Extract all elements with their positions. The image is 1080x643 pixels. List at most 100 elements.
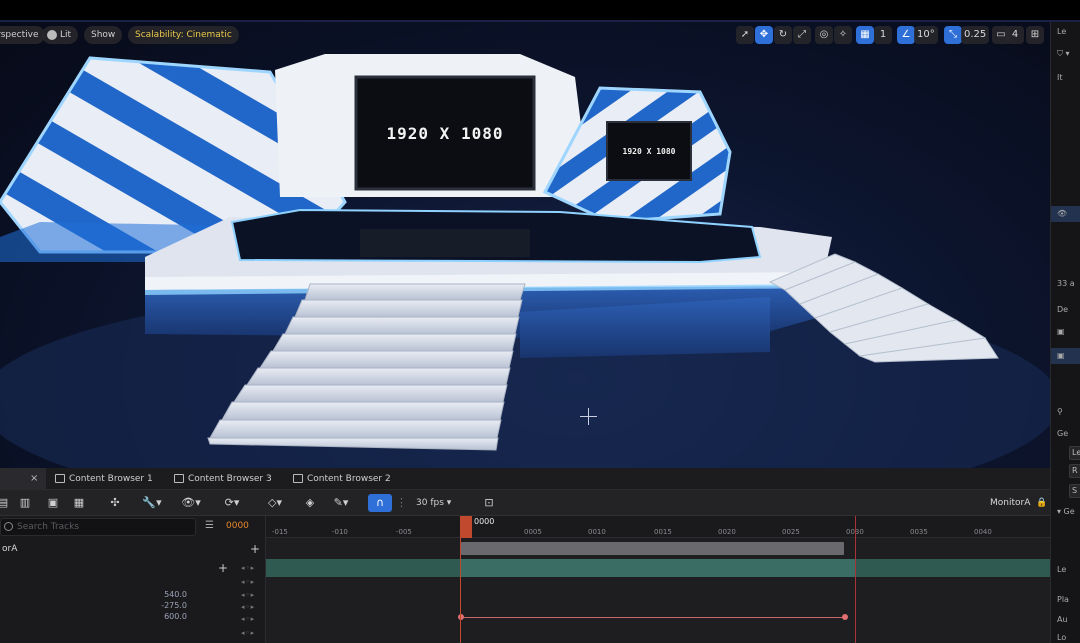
filter-icon[interactable]: ⛉ ▾ <box>1051 46 1080 62</box>
ruler-tick-label: 0010 <box>588 528 606 536</box>
ruler-tick-label: -010 <box>332 528 348 536</box>
close-tab-icon[interactable]: × <box>30 468 38 490</box>
browse-icon[interactable]: ▥ <box>18 495 32 511</box>
camera-speed-value[interactable]: 4 <box>1006 26 1024 44</box>
keyframe[interactable] <box>842 614 848 620</box>
lit-button[interactable]: Lit <box>42 26 79 44</box>
search-tracks-input[interactable]: Search Tracks <box>0 518 196 536</box>
sequence-section-bar[interactable] <box>461 542 844 555</box>
key-nav-icon[interactable]: ◂◦▸ <box>241 602 255 612</box>
translate-mode-icon[interactable]: ✥ <box>755 26 773 44</box>
framerate-dropdown[interactable]: 30 fps ▾ <box>416 495 451 511</box>
keyframe-dropdown-icon[interactable]: ◇▾ <box>262 495 288 511</box>
location-field[interactable]: Le <box>1069 446 1080 460</box>
scale-snap-icon[interactable]: ⤡ <box>944 26 962 44</box>
scale-mode-icon[interactable]: ⤢ <box>793 26 811 44</box>
track-name: orA <box>2 544 18 554</box>
details-tab[interactable]: De <box>1051 302 1080 318</box>
save-icon[interactable]: ▤ <box>0 495 10 511</box>
component-item-selected[interactable]: ▣ <box>1051 348 1080 364</box>
ruler-tick-label: -015 <box>272 528 288 536</box>
key-nav-icon[interactable]: ◂◦▸ <box>241 628 255 638</box>
tab-label: Content Browser 1 <box>69 474 153 484</box>
current-time-display[interactable]: 0000 <box>226 520 249 532</box>
filter-icon[interactable]: ☰ <box>205 521 214 531</box>
playhead-handle[interactable] <box>460 516 472 538</box>
rotation-snap-icon[interactable]: ∠ <box>897 26 915 44</box>
crosshair-icon <box>580 408 597 425</box>
folder-icon <box>293 474 303 483</box>
sequencer-tab-active[interactable] <box>0 468 46 490</box>
lock-icon[interactable]: 🔒 <box>1036 495 1048 511</box>
folder-icon <box>174 474 184 483</box>
rotation-field[interactable]: R <box>1069 464 1080 478</box>
scale-field[interactable]: S <box>1069 484 1080 498</box>
rotation-snap-value[interactable]: 10° <box>914 26 938 44</box>
outliner-item-label[interactable]: It <box>1051 70 1080 86</box>
small-screen-label: 1920 X 1080 <box>622 146 676 156</box>
actions-icon[interactable]: ✣ <box>108 495 122 511</box>
unreal-editor-window: 1920 X 1080 1920 X 1080 rspective Lit Sh… <box>0 0 1080 643</box>
component-item[interactable]: ▣ <box>1051 324 1080 340</box>
tab-content-browser-1[interactable]: Content Browser 1 <box>53 468 153 490</box>
track-row[interactable]: + ◂◦▸ <box>0 559 266 577</box>
key-nav-icon[interactable]: ◂◦▸ <box>241 577 255 587</box>
maximize-viewport-icon[interactable]: ⊞ <box>1026 26 1044 44</box>
world-local-icon[interactable]: ◎ <box>815 26 833 44</box>
general-tab[interactable]: Ge <box>1051 426 1080 442</box>
show-button[interactable]: Show <box>84 26 123 44</box>
auto-key-icon[interactable]: ◈ <box>302 495 318 511</box>
scalability-button[interactable]: Scalability: Cinematic <box>128 26 239 44</box>
render-icon[interactable]: ▦ <box>72 495 86 511</box>
sequencer-toolbar: ▤ ▥ ▣ ▦ ✣ 🔧▾ 👁▾ ⟳▾ ◇▾ ◈ ✎▾ ∩ ⋮ 30 fps ▾ … <box>0 490 1050 516</box>
keyframe[interactable] <box>458 614 464 620</box>
add-track-icon[interactable]: + <box>250 540 260 558</box>
location-x-value[interactable]: 540.0 <box>147 590 187 600</box>
curve-editor-icon[interactable]: ⊡ <box>480 495 498 511</box>
select-mode-icon[interactable]: ➚ <box>736 26 754 44</box>
tab-content-browser-2[interactable]: Content Browser 2 <box>291 468 391 490</box>
level-viewport[interactable]: 1920 X 1080 1920 X 1080 rspective Lit Sh… <box>0 22 1050 468</box>
rotate-mode-icon[interactable]: ↻ <box>774 26 792 44</box>
lit-icon <box>47 30 57 40</box>
bottom-tab-bar: × Content Browser 1 Content Browser 3 Co… <box>0 468 1050 490</box>
lo-label: Lo <box>1057 633 1067 642</box>
playback-end-marker[interactable] <box>855 516 856 643</box>
edit-mode-icon[interactable]: ✎▾ <box>328 495 354 511</box>
view-mode-button[interactable]: rspective <box>0 26 46 44</box>
snap-magnet-icon[interactable]: ∩ <box>368 494 392 512</box>
key-curve-line <box>460 617 846 618</box>
location-z-value[interactable]: 600.0 <box>147 612 187 622</box>
grid-snap-icon[interactable]: ▦ <box>856 26 874 44</box>
location-y-value[interactable]: -275.0 <box>147 601 187 611</box>
grid-snap-value[interactable]: 1 <box>874 26 892 44</box>
key-nav-icon[interactable]: ◂◦▸ <box>241 614 255 624</box>
add-key-icon[interactable]: + <box>218 559 228 577</box>
track-row[interactable]: orA + <box>0 540 266 558</box>
placement-section[interactable]: Pla <box>1051 592 1080 608</box>
outliner-selected-row[interactable]: 👁 <box>1051 206 1080 222</box>
key-nav-icon[interactable]: ◂◦▸ <box>241 563 255 573</box>
main-screen-label: 1920 X 1080 <box>386 123 504 143</box>
view-options-icon[interactable]: 👁▾ <box>178 495 204 511</box>
tools-dropdown-icon[interactable]: 🔧▾ <box>140 495 164 511</box>
details-search-icon[interactable]: ⚲ <box>1051 404 1080 420</box>
key-nav-icon[interactable]: ◂◦▸ <box>241 590 255 600</box>
camera-icon[interactable]: ▣ <box>46 495 60 511</box>
snap-options-icon[interactable]: ⋮ <box>396 495 407 511</box>
general-section[interactable]: ▾ Ge <box>1051 504 1080 520</box>
playback-options-icon[interactable]: ⟳▾ <box>218 495 246 511</box>
search-icon <box>4 522 13 531</box>
tab-label: Content Browser 3 <box>188 474 272 484</box>
surface-snap-icon[interactable]: ✧ <box>834 26 852 44</box>
ruler-tick-label: 0025 <box>782 528 800 536</box>
sequencer-timeline[interactable]: -015 -010 -005 0005 0010 0015 0020 0025 … <box>266 516 1050 643</box>
playhead-line <box>460 538 461 643</box>
scale-snap-value[interactable]: 0.25 <box>961 26 990 44</box>
outliner-header: Le <box>1057 27 1067 36</box>
track-section[interactable] <box>461 559 855 577</box>
time-ruler[interactable]: -015 -010 -005 0005 0010 0015 0020 0025 … <box>266 516 1050 538</box>
lit-label: Lit <box>60 30 72 40</box>
tab-content-browser-3[interactable]: Content Browser 3 <box>172 468 272 490</box>
ruler-tick-label: -005 <box>396 528 412 536</box>
